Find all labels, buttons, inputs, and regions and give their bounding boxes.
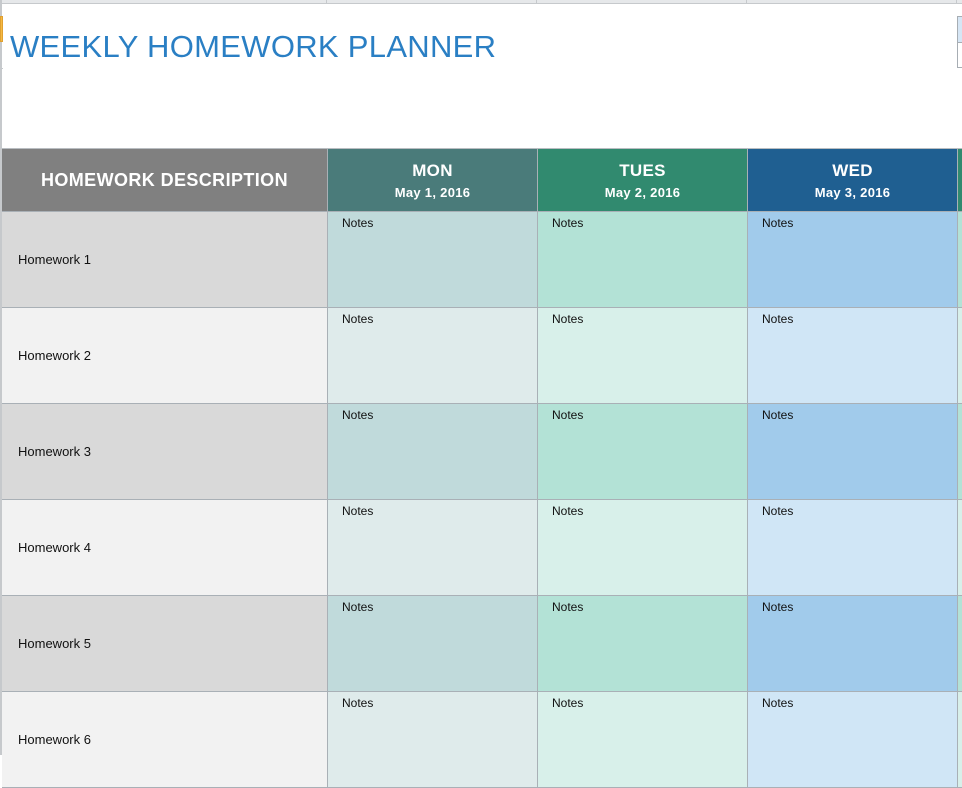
notes-cell-wed[interactable]: Notes: [748, 596, 958, 692]
notes-label: Notes: [762, 696, 794, 710]
gridline-tick: [956, 0, 957, 3]
day-date: May 1, 2016: [394, 185, 471, 200]
notes-cell-wed[interactable]: Notes: [748, 308, 958, 404]
homework-cell[interactable]: Homework 2: [2, 308, 328, 404]
notes-cell-next[interactable]: [958, 596, 962, 692]
table-row: Homework 6 Notes Notes Notes: [2, 692, 962, 788]
column-gridline-strip: [0, 0, 962, 4]
table-row: Homework 4 Notes Notes Notes: [2, 500, 962, 596]
notes-cell-tues[interactable]: Notes: [538, 692, 748, 788]
notes-label: Notes: [342, 696, 374, 710]
notes-label: Notes: [762, 216, 794, 230]
notes-cell-wed[interactable]: Notes: [748, 404, 958, 500]
day-header-tues[interactable]: TUES May 2, 2016: [538, 149, 748, 212]
row-tick: [0, 68, 3, 69]
gridline-tick: [326, 0, 327, 3]
notes-label: Notes: [552, 408, 584, 422]
notes-cell-tues[interactable]: Notes: [538, 308, 748, 404]
homework-label: Homework 3: [18, 444, 91, 459]
notes-label: Notes: [762, 600, 794, 614]
notes-cell-mon[interactable]: Notes: [328, 308, 538, 404]
gridline-tick: [536, 0, 537, 3]
homework-cell[interactable]: Homework 1: [2, 212, 328, 308]
notes-label: Notes: [552, 312, 584, 326]
notes-cell-wed[interactable]: Notes: [748, 212, 958, 308]
notes-cell-mon[interactable]: Notes: [328, 692, 538, 788]
table-row: Homework 5 Notes Notes Notes: [2, 596, 962, 692]
notes-cell-tues[interactable]: Notes: [538, 596, 748, 692]
selected-row-marker: [0, 16, 3, 42]
gridline-tick: [746, 0, 747, 3]
day-header-mon[interactable]: MON May 1, 2016: [328, 149, 538, 212]
day-name: WED: [832, 161, 873, 180]
homework-label: Homework 6: [18, 732, 91, 747]
notes-cell-next[interactable]: [958, 500, 962, 596]
notes-cell-next[interactable]: [958, 404, 962, 500]
notes-label: Notes: [762, 312, 794, 326]
homework-label: Homework 1: [18, 252, 91, 267]
notes-label: Notes: [342, 216, 374, 230]
notes-label: Notes: [342, 600, 374, 614]
notes-cell-mon[interactable]: Notes: [328, 500, 538, 596]
notes-label: Notes: [552, 216, 584, 230]
notes-cell-wed[interactable]: Notes: [748, 692, 958, 788]
notes-label: Notes: [552, 504, 584, 518]
homework-cell[interactable]: Homework 4: [2, 500, 328, 596]
notes-label: Notes: [552, 696, 584, 710]
notes-cell-mon[interactable]: Notes: [328, 404, 538, 500]
notes-cell-next[interactable]: [958, 692, 962, 788]
notes-cell-tues[interactable]: Notes: [538, 212, 748, 308]
homework-label: Homework 5: [18, 636, 91, 651]
table-row: Homework 3 Notes Notes Notes: [2, 404, 962, 500]
day-header-next[interactable]: [958, 149, 962, 212]
notes-cell-mon[interactable]: Notes: [328, 212, 538, 308]
day-date: May 3, 2016: [814, 185, 891, 200]
notes-cell-next[interactable]: [958, 308, 962, 404]
homework-label: Homework 4: [18, 540, 91, 555]
notes-label: Notes: [762, 504, 794, 518]
homework-cell[interactable]: Homework 3: [2, 404, 328, 500]
notes-label: Notes: [762, 408, 794, 422]
day-name: MON: [412, 161, 453, 180]
day-header-wed[interactable]: WED May 3, 2016: [748, 149, 958, 212]
notes-cell-mon[interactable]: Notes: [328, 596, 538, 692]
notes-cell-tues[interactable]: Notes: [538, 500, 748, 596]
homework-cell[interactable]: Homework 6: [2, 692, 328, 788]
notes-label: Notes: [342, 312, 374, 326]
notes-cell-wed[interactable]: Notes: [748, 500, 958, 596]
table-row: Homework 2 Notes Notes Notes: [2, 308, 962, 404]
table-row: Homework 1 Notes Notes Notes: [2, 212, 962, 308]
notes-label: Notes: [552, 600, 584, 614]
homework-label: Homework 2: [18, 348, 91, 363]
day-name: TUES: [619, 161, 666, 180]
notes-label: Notes: [342, 504, 374, 518]
homework-cell[interactable]: Homework 5: [2, 596, 328, 692]
notes-label: Notes: [342, 408, 374, 422]
notes-cell-tues[interactable]: Notes: [538, 404, 748, 500]
side-cell-box: [957, 16, 962, 68]
notes-cell-next[interactable]: [958, 212, 962, 308]
day-date: May 2, 2016: [604, 185, 681, 200]
sheet-title[interactable]: WEEKLY HOMEWORK PLANNER: [10, 29, 496, 65]
homework-description-header[interactable]: HOMEWORK DESCRIPTION: [2, 149, 328, 212]
